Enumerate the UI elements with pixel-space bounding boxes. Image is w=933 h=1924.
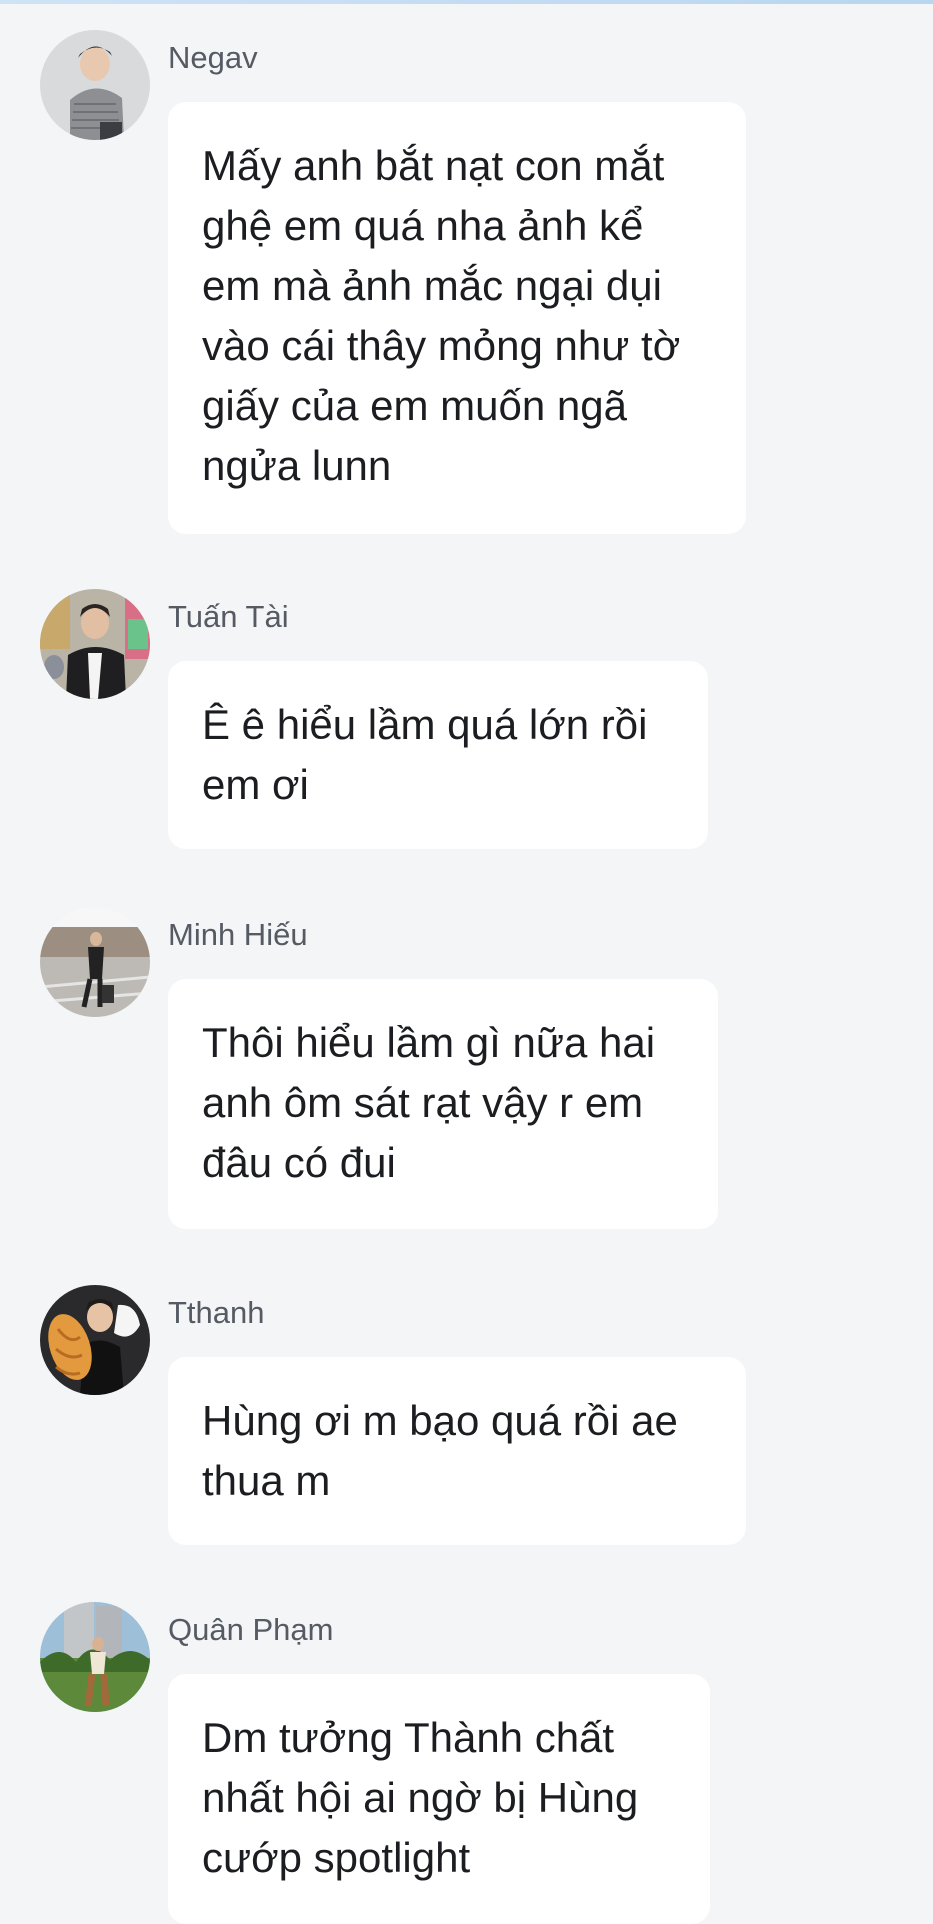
chat-thread[interactable]: Negav Mấy anh bắt nạt con mắt ghệ em quá… (0, 0, 933, 1924)
message-text: Mấy anh bắt nạt con mắt ghệ em quá nha ả… (202, 142, 681, 489)
message-bubble[interactable]: Mấy anh bắt nạt con mắt ghệ em quá nha ả… (168, 102, 746, 534)
avatar-photo (40, 907, 150, 1017)
sender-name: Quân Phạm (168, 1612, 334, 1647)
avatar-photo (40, 1285, 150, 1395)
sender-name: Minh Hiếu (168, 917, 308, 952)
avatar[interactable] (40, 1602, 150, 1712)
avatar[interactable] (40, 30, 150, 140)
message-text: Thôi hiểu lầm gì nữa hai anh ôm sát rạt … (202, 1019, 656, 1186)
avatar[interactable] (40, 589, 150, 699)
sender-name: Tuấn Tài (168, 599, 289, 634)
sender-name: Tthanh (168, 1295, 265, 1330)
message-text: Hùng ơi m bạo quá rồi ae thua m (202, 1397, 678, 1504)
avatar-photo (40, 30, 150, 140)
message-text: Dm tưởng Thành chất nhất hội ai ngờ bị H… (202, 1714, 639, 1881)
avatar-photo (40, 589, 150, 699)
avatar[interactable] (40, 1285, 150, 1395)
avatar[interactable] (40, 907, 150, 1017)
sender-name: Negav (168, 40, 258, 75)
message-bubble[interactable]: Ê ê hiểu lầm quá lớn rồi em ơi (168, 661, 708, 849)
message-bubble[interactable]: Thôi hiểu lầm gì nữa hai anh ôm sát rạt … (168, 979, 718, 1229)
message-text: Ê ê hiểu lầm quá lớn rồi em ơi (202, 701, 648, 808)
message-bubble[interactable]: Hùng ơi m bạo quá rồi ae thua m (168, 1357, 746, 1545)
avatar-photo (40, 1602, 150, 1712)
message-bubble[interactable]: Dm tưởng Thành chất nhất hội ai ngờ bị H… (168, 1674, 710, 1924)
